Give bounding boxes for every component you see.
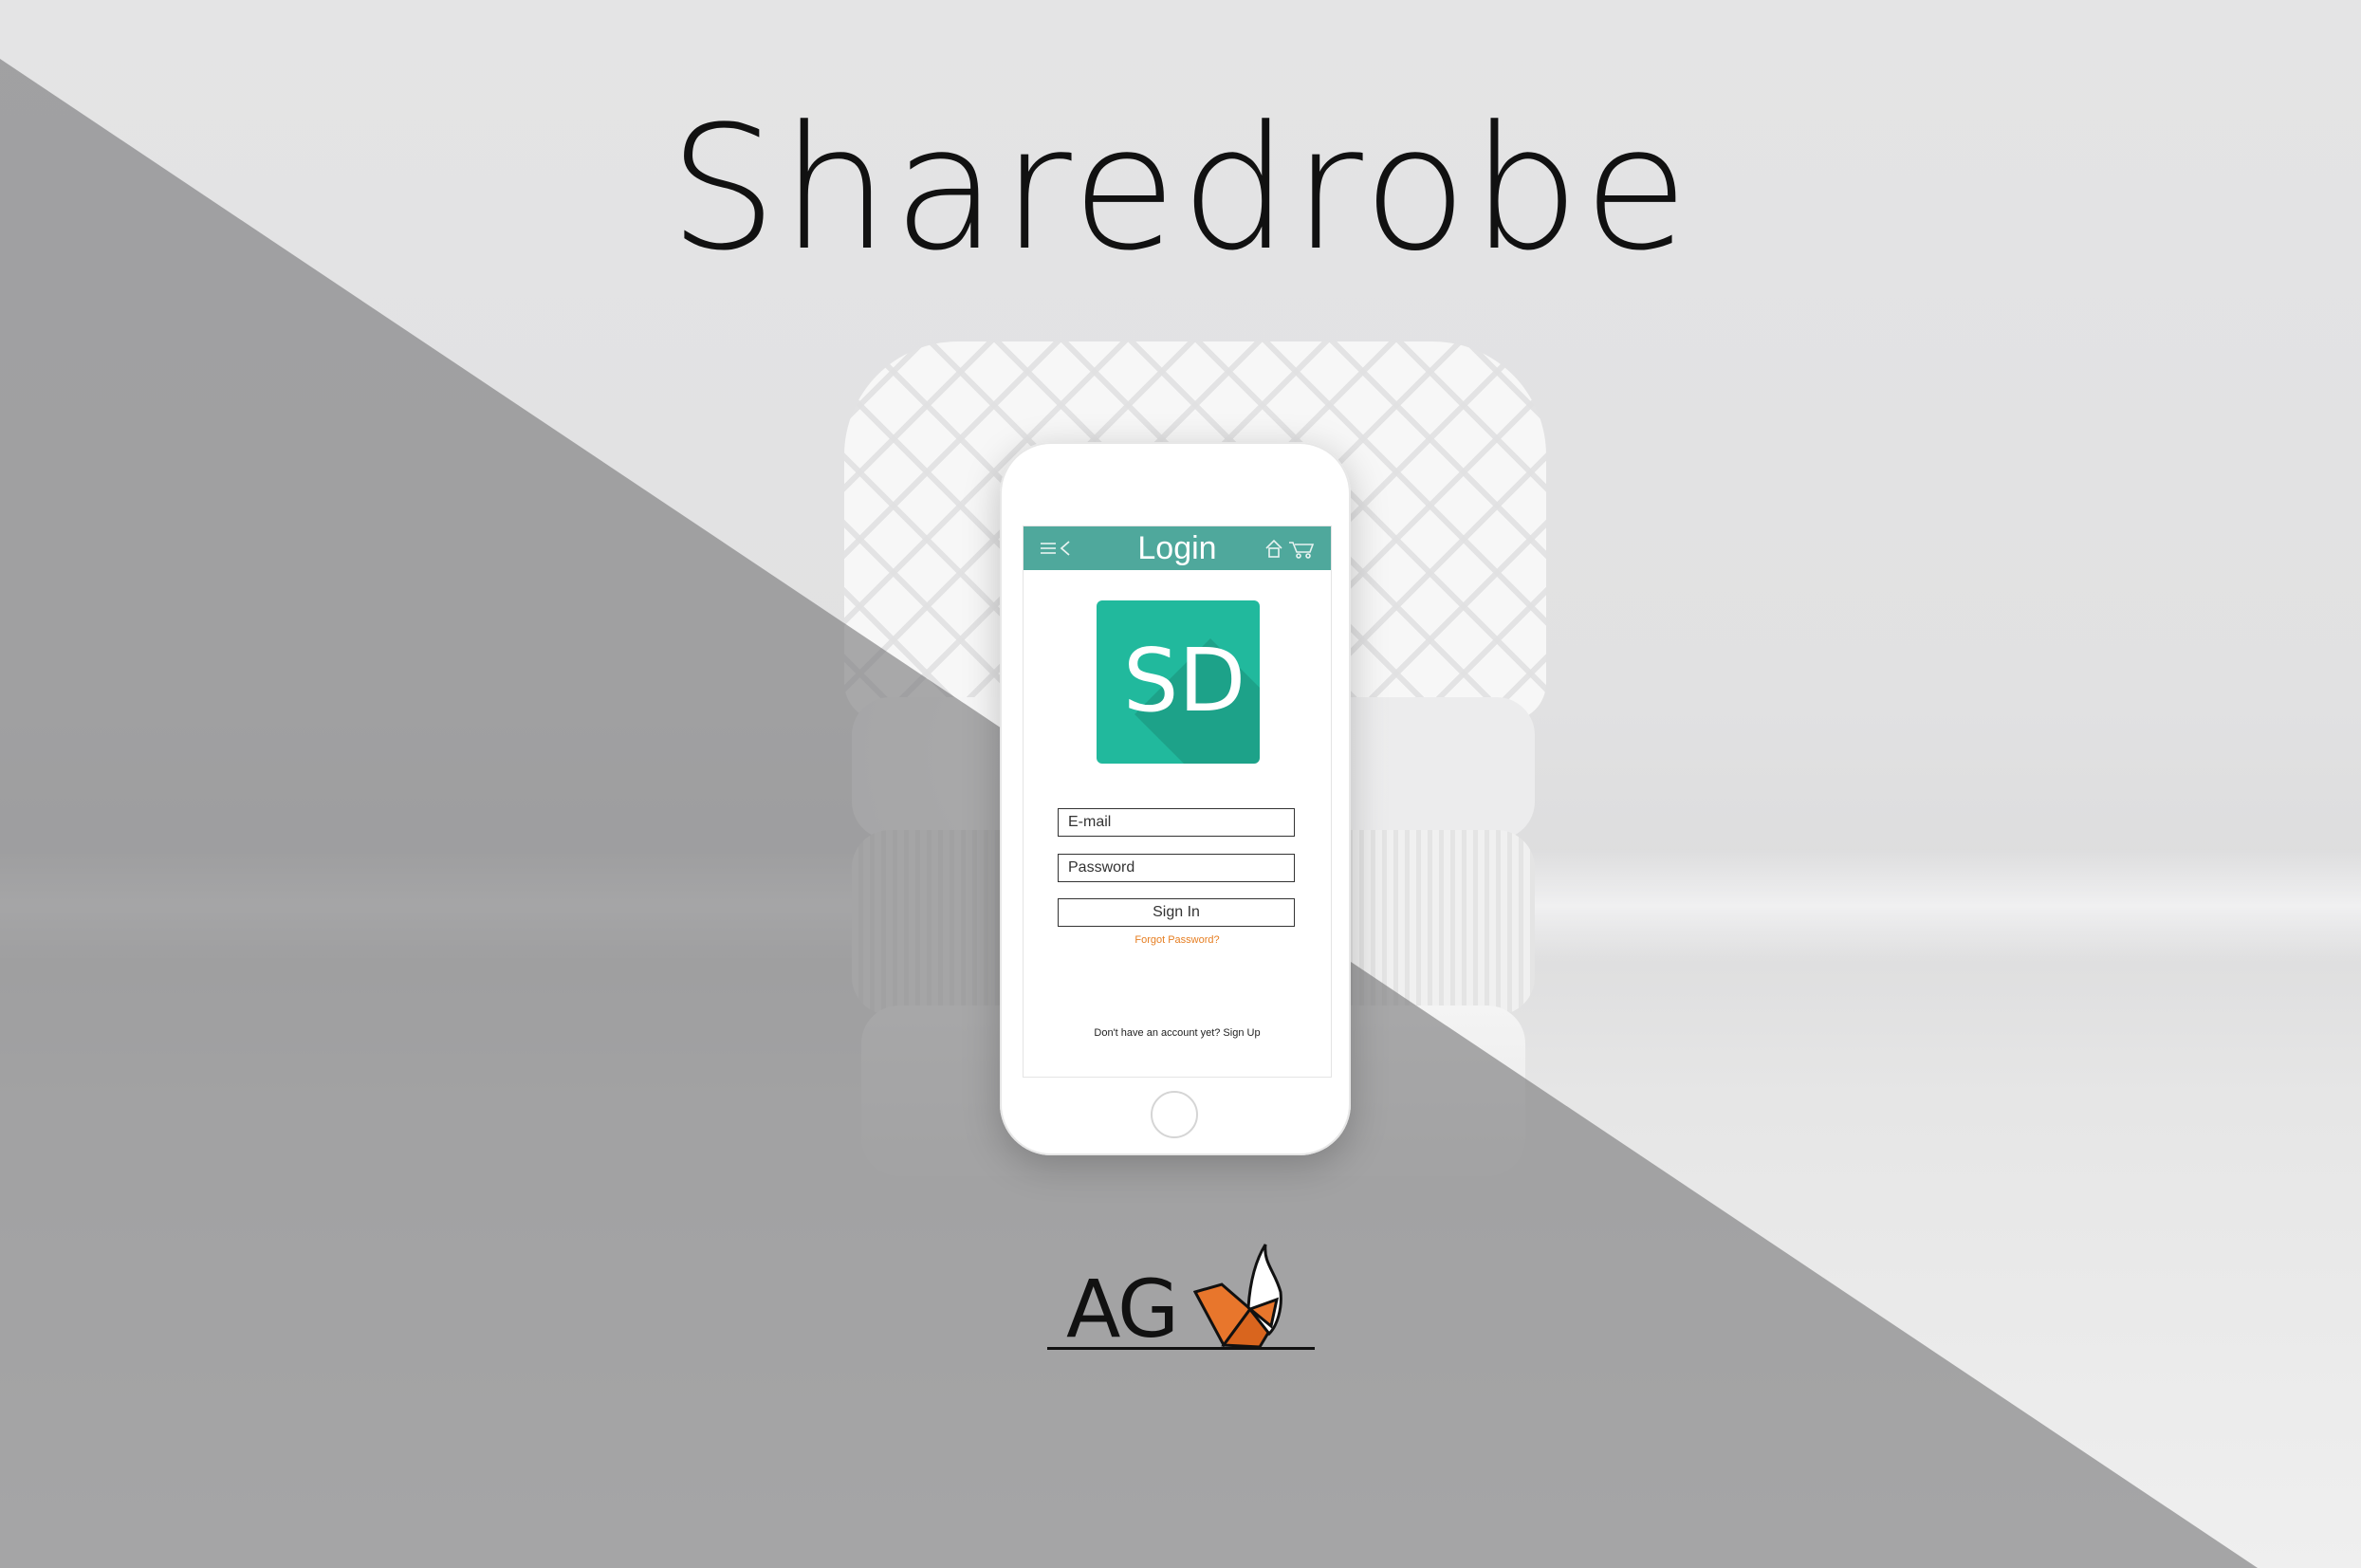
app-logo: SD xyxy=(1097,600,1260,764)
cart-icon[interactable] xyxy=(1289,542,1315,559)
ag-logo-text: AG xyxy=(1066,1263,1179,1356)
page-title: Sharedrobe xyxy=(669,90,1692,288)
forgot-password-link[interactable]: Forgot Password? xyxy=(1024,934,1331,946)
sign-up-link[interactable]: Don't have an account yet? Sign Up xyxy=(1024,1027,1331,1039)
ag-logo: AG xyxy=(1043,1243,1319,1356)
ag-logo-underline xyxy=(1047,1347,1315,1350)
logo-letters: SD xyxy=(1123,630,1246,731)
phone-mockup: Login SD E-mail Password Sign In Forgot … xyxy=(1000,442,1351,1155)
phone-screen: Login SD E-mail Password Sign In Forgot … xyxy=(1023,526,1332,1078)
password-field[interactable]: Password xyxy=(1058,854,1295,882)
app-header: Login xyxy=(1024,526,1331,570)
header-right-icons[interactable] xyxy=(1264,539,1318,560)
home-icon[interactable] xyxy=(1265,539,1282,558)
fox-icon xyxy=(1193,1244,1282,1349)
sign-in-button[interactable]: Sign In xyxy=(1058,898,1295,927)
phone-home-button xyxy=(1151,1091,1198,1138)
email-field[interactable]: E-mail xyxy=(1058,808,1295,837)
